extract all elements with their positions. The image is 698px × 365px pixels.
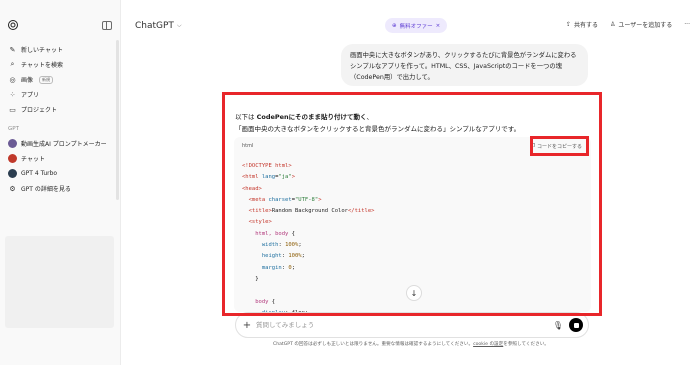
cookie-settings-link[interactable]: cookie の設定: [473, 342, 503, 347]
gpt-avatar-icon: [8, 169, 17, 178]
highlight-box-code-answer: [222, 92, 602, 316]
sidebar-gpt-chat[interactable]: チャット: [8, 151, 113, 166]
top-header: ChatGPT ⌵ ⊕ 無料オファー × ⇪ 共有する ♙ ユーザーを追加する …: [121, 0, 698, 44]
image-icon: ◎: [9, 75, 16, 84]
share-icon: ⇪: [565, 21, 571, 28]
sparkle-icon: ⊕: [392, 22, 397, 29]
add-user-icon: ♙: [609, 21, 616, 28]
search-icon: ⌕: [10, 60, 15, 68]
gpt-section-label: GPT: [8, 126, 19, 132]
edit-icon: ✎: [9, 45, 16, 54]
disclaimer-prefix: ChatGPT の回答は必ずしも正しいとは限りません。重要な情報は確認するように…: [273, 342, 474, 347]
close-icon[interactable]: ×: [436, 23, 441, 29]
offer-label: 無料オファー: [399, 23, 433, 30]
model-selector[interactable]: ChatGPT ⌵: [135, 21, 182, 31]
disclaimer-text: ChatGPT の回答は必ずしも正しいとは限りません。重要な情報は確認するように…: [273, 341, 549, 347]
sidebar-gpt-4-turbo[interactable]: GPT 4 Turbo: [8, 166, 113, 181]
apps-icon: ⁘: [9, 90, 16, 99]
gpt-avatar-icon: [8, 154, 17, 163]
more-options-icon[interactable]: ···: [684, 21, 690, 28]
explore-gpt-icon: ⚙: [9, 184, 16, 193]
share-label: 共有する: [573, 22, 598, 29]
sidebar-item-label: GPT の詳細を見る: [21, 186, 71, 193]
sidebar-item-apps[interactable]: ⁘ アプリ: [8, 87, 113, 102]
gpt-avatar-icon: [8, 139, 17, 148]
share-button[interactable]: ⇪ 共有する: [566, 20, 598, 29]
sidebar-gpt-video-prompt-maker[interactable]: 動画生成AI プロンプトメーカー: [8, 136, 113, 151]
sidebar-item-new-chat[interactable]: ✎ 新しいチャット: [8, 42, 113, 57]
sidebar-nav: ✎ 新しいチャット ⌕ チャットを検索 ◎ 画像 新規 ⁘ アプリ ▭ プロジェ…: [8, 42, 113, 196]
folder-icon: ▭: [9, 105, 16, 114]
voice-mode-button[interactable]: [569, 318, 583, 332]
plus-icon[interactable]: +: [241, 320, 253, 331]
microphone-icon[interactable]: 🎙: [553, 321, 563, 330]
add-user-label: ユーザーを追加する: [618, 22, 673, 29]
openai-logo-icon[interactable]: [7, 19, 19, 31]
sidebar-item-projects[interactable]: ▭ プロジェクト: [8, 102, 113, 117]
sidebar-explore-gpts[interactable]: ⚙ GPT の詳細を見る: [8, 181, 113, 196]
highlight-box-copy-button: [530, 136, 589, 156]
sidebar-item-label: 新しいチャット: [21, 47, 63, 54]
sidebar-top: [7, 18, 112, 32]
new-badge: 新規: [39, 75, 54, 84]
sidebar-item-label: チャット: [21, 156, 45, 163]
message-input[interactable]: [256, 321, 553, 329]
chevron-down-icon: ⌵: [176, 22, 182, 29]
sidebar-item-label: 動画生成AI プロンプトメーカー: [21, 141, 107, 148]
sidebar: ✎ 新しいチャット ⌕ チャットを検索 ◎ 画像 新規 ⁘ アプリ ▭ プロジェ…: [0, 0, 121, 365]
stop-icon: [573, 322, 579, 328]
header-actions: ⇪ 共有する ♙ ユーザーを追加する ···: [566, 20, 690, 29]
disclaimer-suffix: を参照してください。: [503, 342, 549, 347]
sidebar-item-label: アプリ: [21, 92, 40, 99]
sidebar-scrollbar[interactable]: [116, 40, 119, 200]
sidebar-item-label: プロジェクト: [21, 107, 58, 114]
sidebar-footer-panel: [5, 236, 114, 328]
add-user-button[interactable]: ♙ ユーザーを追加する: [610, 20, 672, 29]
sidebar-item-search-chats[interactable]: ⌕ チャットを検索: [8, 57, 113, 72]
free-offer-button[interactable]: ⊕ 無料オファー ×: [385, 18, 448, 33]
user-message-bubble: 画面中央に大きなボタンがあり、クリックするたびに背景色がランダムに変わるシンプル…: [341, 44, 588, 86]
sidebar-toggle-icon[interactable]: [102, 20, 112, 30]
page-title: ChatGPT: [135, 21, 174, 31]
sidebar-item-label: 画像: [21, 77, 34, 84]
sidebar-item-label: チャットを検索: [21, 62, 63, 69]
sidebar-item-images[interactable]: ◎ 画像 新規: [8, 72, 113, 87]
sidebar-item-label: GPT 4 Turbo: [21, 170, 58, 177]
